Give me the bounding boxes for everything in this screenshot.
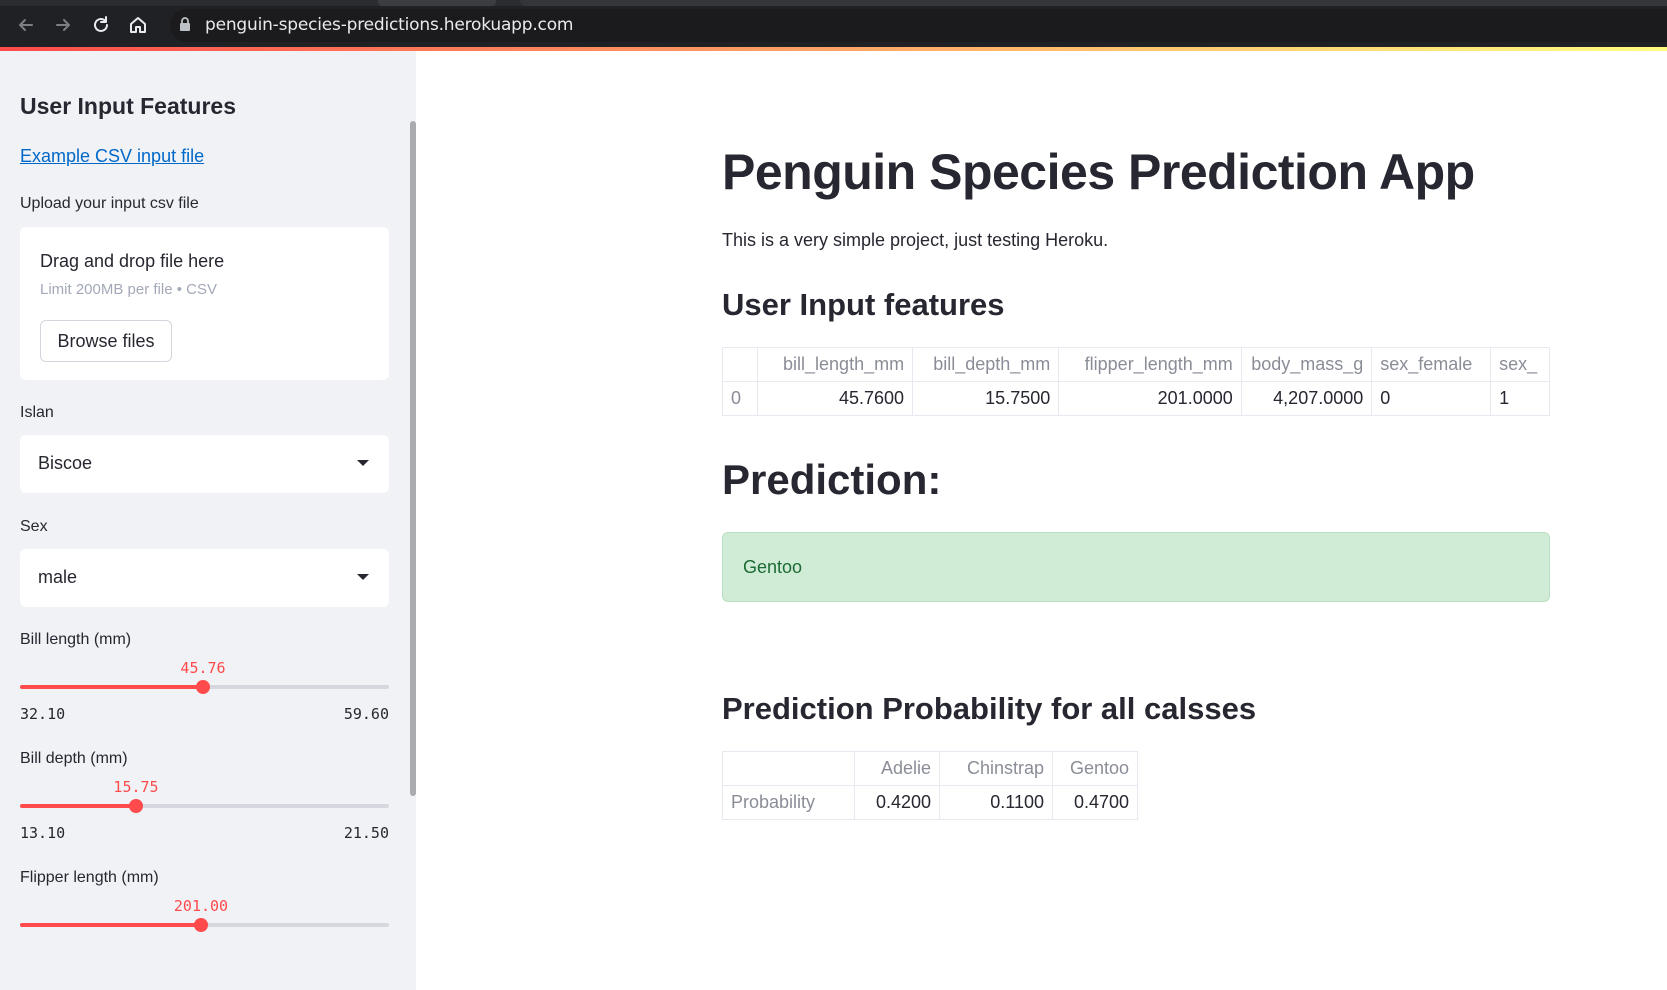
table-cell: 0.4700 <box>1052 785 1138 820</box>
column-header[interactable] <box>722 347 759 382</box>
table-row: Probability 0.4200 0.1100 0.4700 <box>722 785 1138 820</box>
url-text[interactable]: penguin-species-predictions.herokuapp.co… <box>205 15 573 35</box>
upload-label: Upload your input csv file <box>20 195 199 212</box>
dropzone-limit-text: Limit 200MB per file • CSV <box>40 281 217 298</box>
lock-icon[interactable] <box>179 17 191 36</box>
bill-depth-slider[interactable]: 15.75 13.10 21.50 <box>20 778 389 848</box>
slider-fill <box>20 804 136 808</box>
column-header[interactable] <box>722 751 855 786</box>
tab-strip <box>0 0 1667 6</box>
flipper-length-slider[interactable]: 201.00 <box>20 897 389 967</box>
browser-tab[interactable] <box>520 0 1667 6</box>
table-cell: 1 <box>1490 381 1550 416</box>
forward-arrow-icon[interactable] <box>50 12 76 38</box>
browser-toolbar: penguin-species-predictions.herokuapp.co… <box>0 0 1667 50</box>
probability-table: Adelie Chinstrap Gentoo Probability 0.42… <box>722 751 1138 820</box>
island-label: Islan <box>20 404 54 421</box>
sidebar: User Input Features Example CSV input fi… <box>0 51 416 990</box>
probability-heading: Prediction Probability for all calsses <box>722 691 1257 726</box>
reload-icon[interactable] <box>88 12 114 38</box>
column-header[interactable]: Gentoo <box>1052 751 1138 786</box>
slider-min-value: 32.10 <box>20 705 66 723</box>
probability-table-container[interactable]: Adelie Chinstrap Gentoo Probability 0.42… <box>722 751 1138 820</box>
home-icon[interactable] <box>125 12 151 38</box>
slider-min-value: 13.10 <box>20 824 66 842</box>
prediction-heading: Prediction: <box>722 456 942 503</box>
slider-max-value: 59.60 <box>343 705 389 723</box>
table-cell: 201.0000 <box>1058 381 1242 416</box>
island-select-value: Biscoe <box>38 453 93 473</box>
back-arrow-icon[interactable] <box>13 12 39 38</box>
dropzone-title: Drag and drop file here <box>40 251 225 271</box>
table-header-row: bill_length_mm bill_depth_mm flipper_len… <box>722 347 1550 382</box>
page-title: Penguin Species Prediction App <box>722 144 1475 200</box>
flipper-length-label: Flipper length (mm) <box>20 869 159 886</box>
bill-length-slider[interactable]: 45.76 32.10 59.60 <box>20 659 389 729</box>
sex-label: Sex <box>20 518 48 535</box>
slider-thumb[interactable] <box>196 680 210 694</box>
column-header[interactable]: Chinstrap <box>939 751 1053 786</box>
slider-max-value: 21.50 <box>343 824 389 842</box>
slider-current-value: 201.00 <box>173 897 229 915</box>
main-content: Penguin Species Prediction App This is a… <box>416 51 1667 990</box>
slider-current-value: 15.75 <box>113 778 159 796</box>
column-header[interactable]: bill_depth_mm <box>912 347 1060 382</box>
column-header[interactable]: Adelie <box>854 751 940 786</box>
table-cell: 0.4200 <box>854 785 940 820</box>
page-description: This is a very simple project, just test… <box>722 230 1109 250</box>
table-cell: 0 <box>1371 381 1492 416</box>
column-header[interactable]: flipper_length_mm <box>1058 347 1242 382</box>
table-row: 0 45.7600 15.7500 201.0000 4,207.0000 0 … <box>722 381 1550 416</box>
table-cell: 45.7600 <box>757 381 914 416</box>
prediction-result-text: Gentoo <box>743 557 803 577</box>
table-cell: 4,207.0000 <box>1240 381 1373 416</box>
sex-select-value: male <box>38 567 78 587</box>
sex-select[interactable]: male <box>20 549 389 607</box>
column-header[interactable]: body_mass_g <box>1240 347 1373 382</box>
row-index-cell: Probability <box>722 785 855 820</box>
prediction-result-box: Gentoo <box>722 532 1550 602</box>
column-header[interactable]: sex_female <box>1371 347 1492 382</box>
table-cell: 0.1100 <box>939 785 1053 820</box>
slider-fill <box>20 685 203 689</box>
row-index-cell: 0 <box>722 381 759 416</box>
input-features-heading: User Input features <box>722 287 1005 322</box>
browse-files-button[interactable]: Browse files <box>40 320 172 362</box>
slider-thumb[interactable] <box>129 799 143 813</box>
column-header[interactable]: sex_ <box>1490 347 1550 382</box>
island-select[interactable]: Biscoe <box>20 435 389 493</box>
input-features-table: bill_length_mm bill_depth_mm flipper_len… <box>722 347 1550 416</box>
slider-current-value: 45.76 <box>180 659 226 677</box>
file-uploader-dropzone[interactable]: Drag and drop file here Limit 200MB per … <box>20 227 389 380</box>
browser-tab[interactable] <box>378 0 496 6</box>
sidebar-title: User Input Features <box>20 93 236 119</box>
example-csv-link[interactable]: Example CSV input file <box>20 146 204 167</box>
table-header-row: Adelie Chinstrap Gentoo <box>722 751 1138 786</box>
chevron-down-icon <box>357 574 369 580</box>
input-features-table-container[interactable]: bill_length_mm bill_depth_mm flipper_len… <box>722 347 1550 417</box>
slider-thumb[interactable] <box>194 918 208 932</box>
table-cell: 15.7500 <box>912 381 1060 416</box>
column-header[interactable]: bill_length_mm <box>757 347 914 382</box>
chevron-down-icon <box>357 460 369 466</box>
bill-depth-label: Bill depth (mm) <box>20 750 128 767</box>
slider-fill <box>20 923 201 927</box>
bill-length-label: Bill length (mm) <box>20 631 132 648</box>
